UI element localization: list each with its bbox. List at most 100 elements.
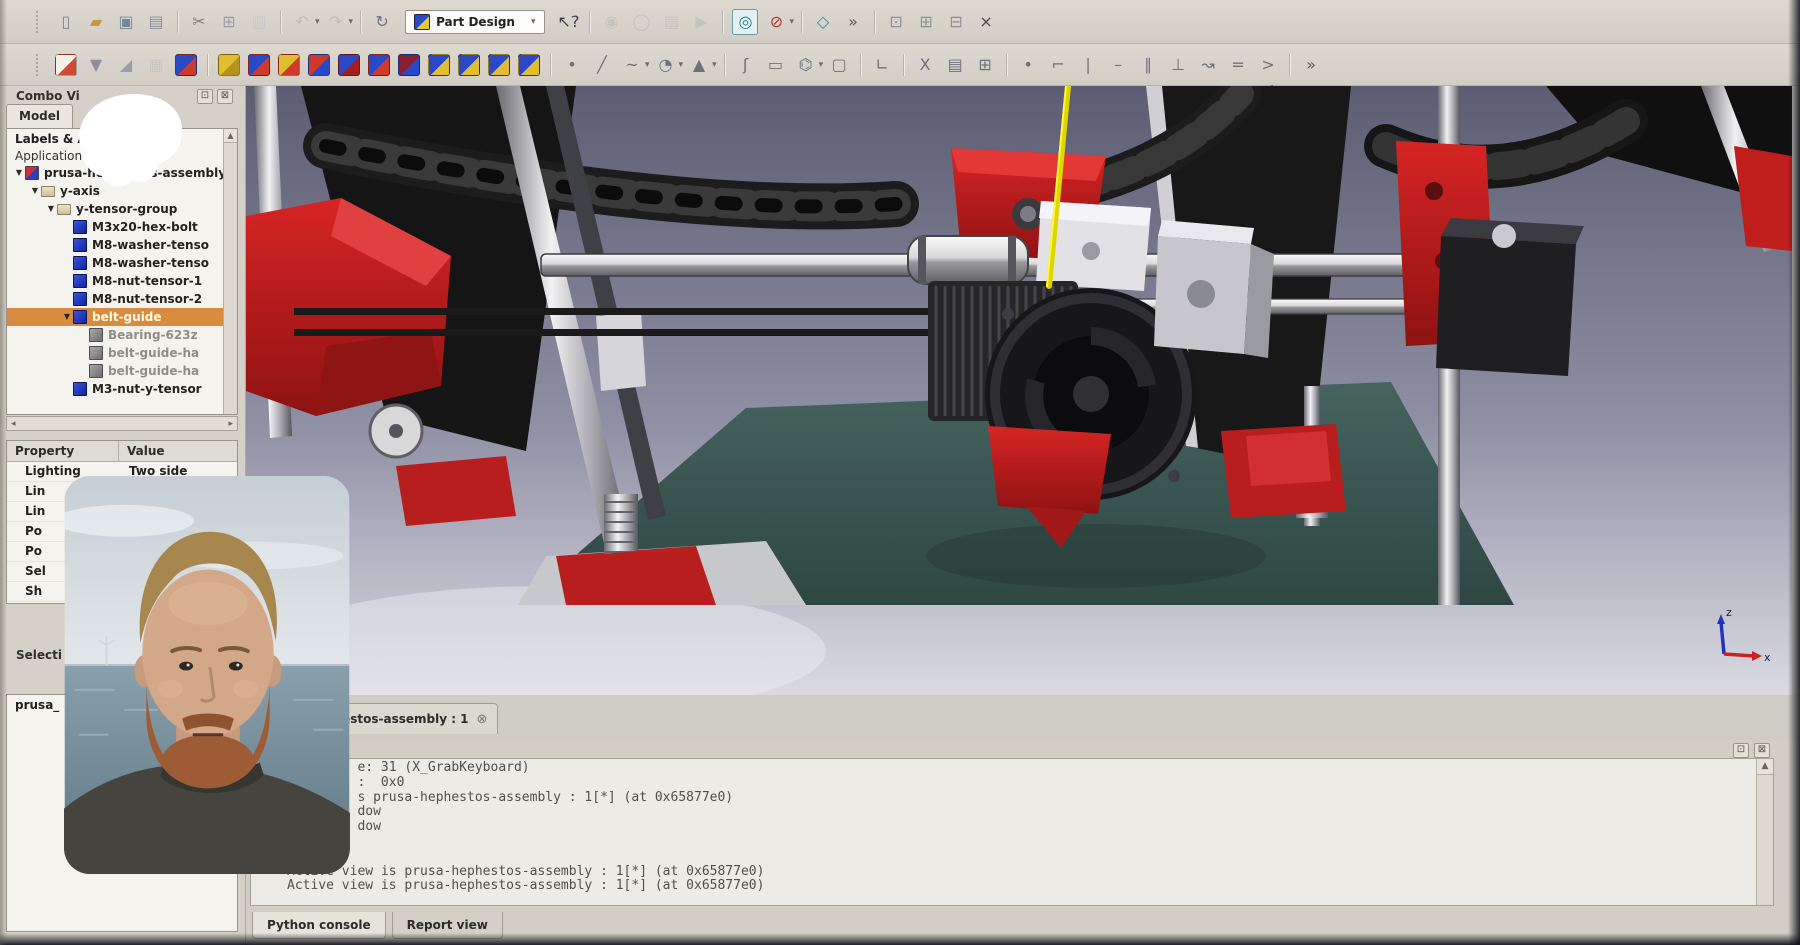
boolean-cut-icon[interactable] [458,54,480,76]
open-folder-icon[interactable]: ▰ [84,10,108,34]
sketch-polygon-icon[interactable]: ⌬ [794,53,818,77]
constraint-coincident-icon[interactable]: • [1016,53,1040,77]
validate-sketch-icon[interactable]: ▦ [144,53,168,77]
expand-arrow-icon[interactable]: ▼ [29,182,41,200]
macro-record-icon[interactable]: ◉ [599,10,623,34]
whats-this-icon[interactable]: ↖? [556,10,580,34]
constraint-equal-icon[interactable]: = [1226,53,1250,77]
tree-item[interactable]: M8-washer-tenso [7,236,237,254]
isometric-view-icon[interactable]: ◇ [811,10,835,34]
sketch-conic-icon[interactable]: ▲ [687,53,711,77]
pocket-icon[interactable] [338,54,360,76]
tree-item[interactable]: M8-nut-tensor-1 [7,272,237,290]
carbon-copy-icon[interactable]: ⊞ [973,53,997,77]
macro-play-icon[interactable]: ▶ [689,10,713,34]
constraint-vertical-icon[interactable]: | [1076,53,1100,77]
tree-hscrollbar[interactable]: ◂ ▸ [6,416,238,431]
fit-all-icon[interactable]: ◎ [732,9,758,35]
sketch-point-icon[interactable]: • [560,53,584,77]
box-selection-icon[interactable]: ⊞ [914,10,938,34]
scroll-right-icon[interactable]: ▸ [224,419,237,429]
toolbar-overflow-icon[interactable]: » [1299,53,1323,77]
python-console-output[interactable]: e: 31 (X_GrabKeyboard) : 0x0 s prusa-hep… [250,758,1774,906]
chevron-down-icon[interactable]: ▾ [315,17,320,27]
tab-report-view[interactable]: Report view [392,912,503,939]
redo-icon[interactable]: ↷ [324,10,348,34]
sketch-circle-icon[interactable]: ◔ [654,53,678,77]
close-panel-icon[interactable]: ⊠ [1754,743,1770,758]
additive-pipe-icon[interactable] [308,54,330,76]
chevron-down-icon[interactable]: ▾ [712,60,717,70]
constraint-horizontal-icon[interactable]: – [1106,53,1130,77]
cut-icon[interactable]: ✂ [187,10,211,34]
save-icon[interactable]: ▣ [114,10,138,34]
new-document-icon[interactable]: ▯ [54,10,78,34]
workbench-selector[interactable]: Part Design ▾ [405,10,545,34]
box-element-selection-icon[interactable]: ⊡ [884,10,908,34]
constraint-perpendicular-icon[interactable]: ⊥ [1166,53,1190,77]
tree-item[interactable]: ▼belt-guide [7,308,237,326]
sketch-bspline-icon[interactable]: ʃ [734,53,758,77]
groove-icon[interactable] [398,54,420,76]
scroll-left-icon[interactable]: ◂ [7,419,20,429]
hole-icon[interactable] [368,54,390,76]
expand-arrow-icon[interactable]: ▼ [61,308,73,326]
reorient-sketch-icon[interactable]: ◢ [114,53,138,77]
attach-sketch-icon[interactable]: ▼ [84,53,108,77]
external-geometry-icon[interactable]: ▤ [943,53,967,77]
additive-loft-icon[interactable] [278,54,300,76]
macro-stop-icon[interactable]: ◯ [629,10,653,34]
close-panel-icon[interactable]: ⊠ [217,89,233,104]
edit-sketch-icon[interactable] [175,54,197,76]
console-scrollbar[interactable]: ▲ [1756,759,1773,905]
select-visible-icon[interactable]: ⊟ [944,10,968,34]
scroll-up-icon[interactable]: ▲ [1757,759,1773,775]
tab-python-console[interactable]: Python console [252,912,386,939]
expand-arrow-icon[interactable]: ▼ [13,164,25,182]
tree-item[interactable]: M3-nut-y-tensor [7,380,237,398]
tree-item[interactable]: Bearing-623z [7,326,237,344]
views-overflow-icon[interactable]: » [841,10,865,34]
chevron-down-icon[interactable]: ▾ [789,17,794,27]
sketch-polyline-icon[interactable]: ~ [620,53,644,77]
tree-item[interactable]: ▼y-tensor-group [7,200,237,218]
sketch-trim-icon[interactable]: X [913,53,937,77]
undo-icon[interactable]: ↶ [290,10,314,34]
draw-style-icon[interactable]: ⊘ [764,10,788,34]
revolution-icon[interactable] [248,54,270,76]
tree-item[interactable]: belt-guide-ha [7,344,237,362]
refresh-icon[interactable]: ↻ [370,10,394,34]
close-tab-icon[interactable]: ⊗ [477,712,488,727]
create-sketch-icon[interactable] [55,54,77,76]
sketch-slot-icon[interactable]: ▢ [827,53,851,77]
scroll-up-icon[interactable]: ▲ [224,129,237,143]
tree-scrollbar[interactable]: ▲ [223,129,237,414]
expand-arrow-icon[interactable]: ▼ [45,200,57,218]
chevron-down-icon[interactable]: ▾ [645,60,650,70]
tree-item[interactable]: M8-nut-tensor-2 [7,290,237,308]
print-icon[interactable]: ▤ [144,10,168,34]
copy-icon[interactable]: ⊞ [217,10,241,34]
chevron-down-icon[interactable]: ▾ [819,60,824,70]
tree-item[interactable]: M3x20-hex-bolt [7,218,237,236]
3d-viewport[interactable]: z x [246,86,1792,695]
sketch-rectangle-icon[interactable]: ▭ [764,53,788,77]
boolean-union-icon[interactable] [428,54,450,76]
construction-mode-icon[interactable]: ∟ [870,53,894,77]
constraint-parallel-icon[interactable]: ∥ [1136,53,1160,77]
macro-edit-icon[interactable]: ▤ [659,10,683,34]
pad-icon[interactable] [218,54,240,76]
tree-item[interactable]: belt-guide-ha [7,362,237,380]
constraint-tangent-icon[interactable]: ↝ [1196,53,1220,77]
tree-item[interactable]: M8-washer-tenso [7,254,237,272]
constraint-point-on-object-icon[interactable]: ⌐ [1046,53,1070,77]
delete-icon[interactable]: × [974,10,998,34]
sketch-line-icon[interactable]: ╱ [590,53,614,77]
float-panel-icon[interactable]: ⊡ [197,89,213,104]
constraint-symmetric-icon[interactable]: >< [1256,53,1280,77]
boolean-common-icon[interactable] [488,54,510,76]
float-panel-icon[interactable]: ⊡ [1733,743,1749,758]
chevron-down-icon[interactable]: ▾ [349,17,354,27]
primitives-icon[interactable] [518,54,540,76]
paste-icon[interactable]: ▥ [247,10,271,34]
